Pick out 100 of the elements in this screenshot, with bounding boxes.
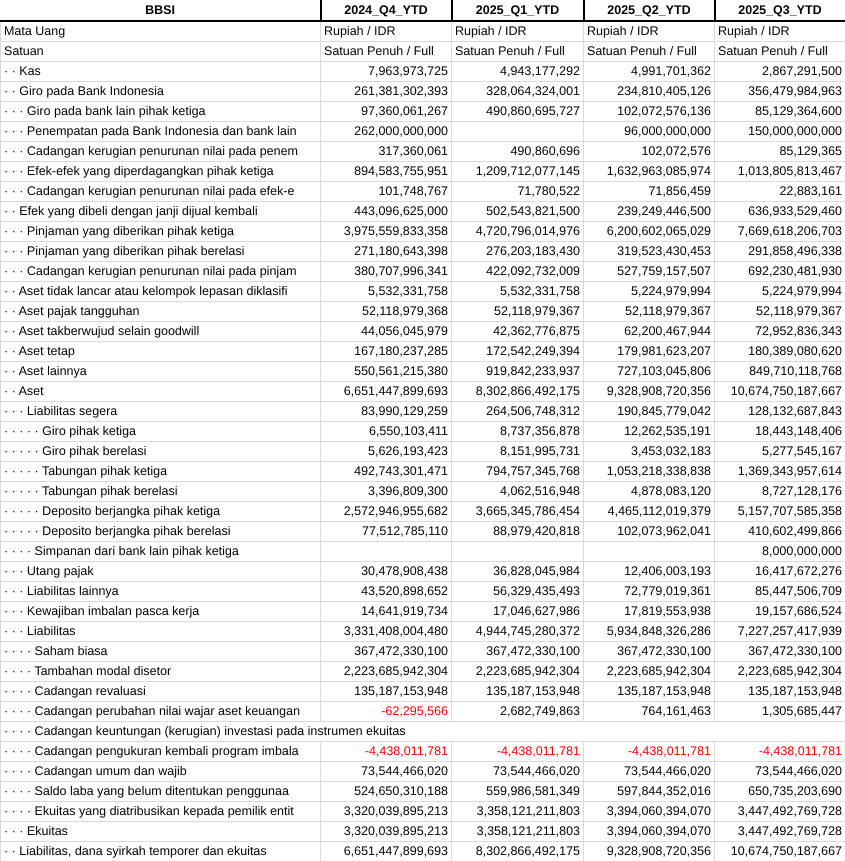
table-cell: 6,651,447,899,693	[320, 382, 452, 402]
table-cell: 261,381,302,393	[320, 82, 452, 102]
table-cell: · · · · Simpanan dari bank lain pihak ketiga	[0, 542, 320, 562]
table-cell: · · Aset lainnya	[0, 362, 320, 382]
table-cell: 3,665,345,786,454	[452, 502, 584, 522]
table-cell: 794,757,345,768	[452, 462, 584, 482]
table-cell: 73,544,466,020	[584, 762, 714, 782]
table-cell: 502,543,821,500	[452, 202, 584, 222]
table-cell: 172,542,249,394	[452, 342, 584, 362]
table-cell: 380,707,996,341	[320, 262, 452, 282]
table-cell: · · Aset tetap	[0, 342, 320, 362]
table-cell: 764,161,463	[584, 702, 714, 722]
table-cell: 443,096,625,000	[320, 202, 452, 222]
table-cell: 190,845,779,042	[584, 402, 714, 422]
table-cell: 83,990,129,259	[320, 402, 452, 422]
table-cell: 3,453,032,183	[584, 442, 714, 462]
table-cell: · · · Liabilitas lainnya	[0, 582, 320, 602]
table-cell: 135,187,153,948	[584, 682, 714, 702]
column-header: 2025_Q2_YTD	[584, 0, 714, 21]
table-cell: · · Aset	[0, 382, 320, 402]
table-cell: Rupiah / IDR	[320, 21, 452, 42]
table-cell: · · · · Cadangan pengukuran kembali program imbala	[0, 742, 320, 762]
table-cell: 559,986,581,349	[452, 782, 584, 802]
table-cell: · · · · Tambahan modal disetor	[0, 662, 320, 682]
column-header: 2025_Q1_YTD	[452, 0, 584, 21]
table-cell: 3,358,121,211,803	[452, 802, 584, 822]
table-cell: 239,249,446,500	[584, 202, 714, 222]
table-cell: · · Aset tidak lancar atau kelompok lepasan diklasifi	[0, 282, 320, 302]
table-cell: 4,943,177,292	[452, 62, 584, 82]
table-cell: · · · Ekuitas	[0, 822, 320, 842]
table-cell: 77,512,785,110	[320, 522, 452, 542]
table-cell: 919,842,233,937	[452, 362, 584, 382]
table-cell: 179,981,623,207	[584, 342, 714, 362]
table-cell: 52,118,979,367	[452, 302, 584, 322]
table-cell: · · · · Cadangan umum dan wajib	[0, 762, 320, 782]
table-cell: 4,062,516,948	[452, 482, 584, 502]
table-cell: 490,860,695,727	[452, 102, 584, 122]
table-cell: · · · · Cadangan perubahan nilai wajar aset keuangan	[0, 702, 320, 722]
table-cell: · · · · Cadangan keuntungan (kerugian) investasi pada instrumen ekuitas	[0, 722, 845, 742]
table-cell: 5,532,331,758	[320, 282, 452, 302]
table-cell: -62,295,566	[320, 702, 452, 722]
table-cell: · · · · · Deposito berjangka pihak berelasi	[0, 522, 320, 542]
table-cell: 492,743,301,471	[320, 462, 452, 482]
table-cell: 276,203,183,430	[452, 242, 584, 262]
table-cell: Satuan	[0, 42, 320, 62]
table-cell: 727,103,045,806	[584, 362, 714, 382]
table-cell: 2,223,685,942,304	[452, 662, 584, 682]
table-cell: · · · · Saldo laba yang belum ditentukan penggunaa	[0, 782, 320, 802]
table-cell: 73,544,466,020	[452, 762, 584, 782]
table-cell: · · · Liabilitas	[0, 622, 320, 642]
table-cell: 56,329,435,493	[452, 582, 584, 602]
table-cell: 102,072,576,136	[584, 102, 714, 122]
table-cell: · · Aset takberwujud selain goodwill	[0, 322, 320, 342]
table-cell: 234,810,405,126	[584, 82, 714, 102]
table-cell: · · · · · Tabungan pihak ketiga	[0, 462, 320, 482]
table-cell: 43,520,898,652	[320, 582, 452, 602]
table-cell: · · · Cadangan kerugian penurunan nilai pada efek-e	[0, 182, 320, 202]
table-cell: 3,394,060,394,070	[584, 802, 714, 822]
table-cell: · · · · · Giro pihak berelasi	[0, 442, 320, 462]
table-cell: · · · · · Tabungan pihak berelasi	[0, 482, 320, 502]
table-cell: 12,262,535,191	[584, 422, 714, 442]
table-cell: · · Kas	[0, 62, 320, 82]
table-cell: · · · Cadangan kerugian penurunan nilai pada pinjam	[0, 262, 320, 282]
table-cell: 72,779,019,361	[584, 582, 714, 602]
table-cell: 6,200,602,065,029	[584, 222, 714, 242]
table-cell: 317,360,061	[320, 142, 452, 162]
table-cell: Satuan Penuh / Full	[584, 42, 714, 62]
table-cell: 3,320,039,895,213	[320, 822, 452, 842]
table-cell: 3,396,809,300	[320, 482, 452, 502]
table-cell: 894,583,755,951	[320, 162, 452, 182]
table-cell: 527,759,157,507	[584, 262, 714, 282]
table-cell: 5,626,193,423	[320, 442, 452, 462]
table-cell: Satuan Penuh / Full	[320, 42, 452, 62]
table-cell: 88,979,420,818	[452, 522, 584, 542]
table-cell: 9,328,908,720,356	[584, 382, 714, 402]
table-cell: Satuan Penuh / Full	[452, 42, 584, 62]
table-cell: 17,819,553,938	[584, 602, 714, 622]
table-cell: 2,682,749,863	[452, 702, 584, 722]
table-cell: 62,200,467,944	[584, 322, 714, 342]
table-cell: 524,650,310,188	[320, 782, 452, 802]
table-cell: 422,092,732,009	[452, 262, 584, 282]
table-cell: -4,438,011,781	[320, 742, 452, 762]
table-cell: 71,780,522	[452, 182, 584, 202]
table-cell: 14,641,919,734	[320, 602, 452, 622]
table-cell: 135,187,153,948	[452, 682, 584, 702]
table-cell: · · · Efek-efek yang diperdagangkan pihak ketiga	[0, 162, 320, 182]
table-cell: 97,360,061,267	[320, 102, 452, 122]
table-cell: 1,209,712,077,145	[452, 162, 584, 182]
table-cell: 42,362,776,875	[452, 322, 584, 342]
table-cell: 262,000,000,000	[320, 122, 452, 142]
table-cell: 1,632,963,085,974	[584, 162, 714, 182]
table-cell: 12,406,003,193	[584, 562, 714, 582]
table-cell: 2,223,685,942,304	[320, 662, 452, 682]
table-cell: 550,561,215,380	[320, 362, 452, 382]
table-cell: · · · Giro pada bank lain pihak ketiga	[0, 102, 320, 122]
table-cell: 4,720,796,014,976	[452, 222, 584, 242]
table-cell: 367,472,330,100	[584, 642, 714, 662]
table-cell: · · · · Saham biasa	[0, 642, 320, 662]
table-cell: · · · · Cadangan revaluasi	[0, 682, 320, 702]
table-cell: 3,331,408,004,480	[320, 622, 452, 642]
